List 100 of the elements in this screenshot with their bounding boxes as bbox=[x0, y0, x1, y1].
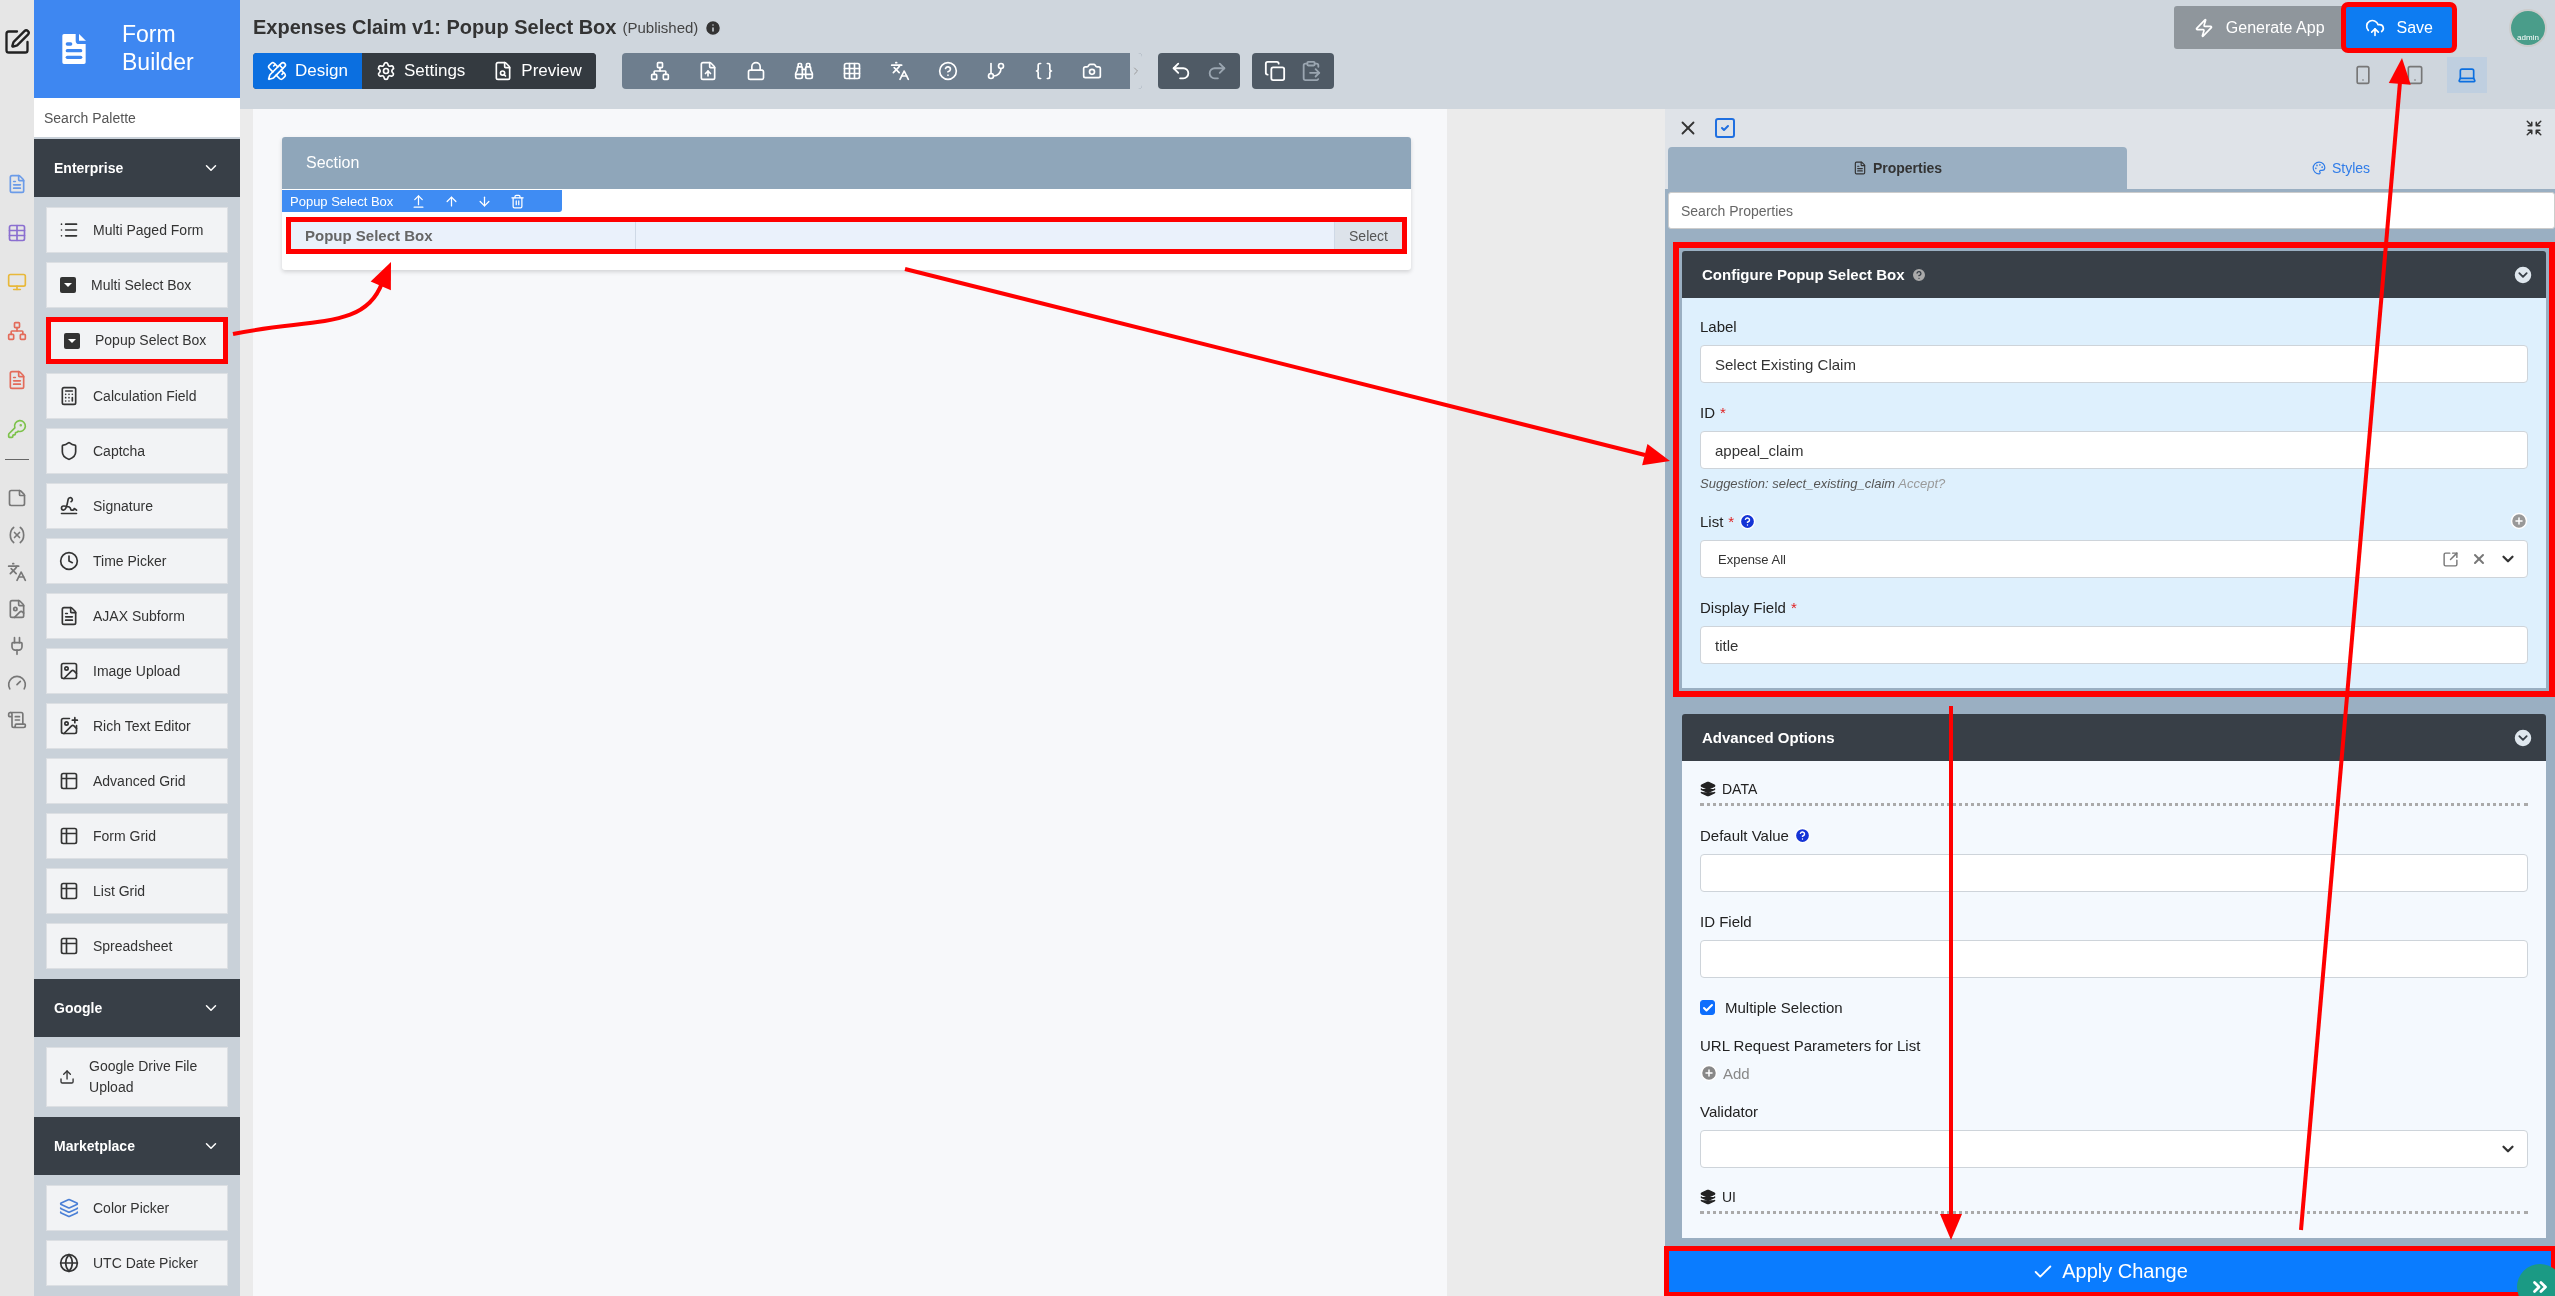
mode-tab[interactable]: Design bbox=[253, 53, 362, 89]
add-icon bbox=[1700, 1064, 1718, 1082]
text-field[interactable] bbox=[1700, 940, 2528, 978]
layers-icon bbox=[1700, 1189, 1716, 1205]
app-title: Form Builder bbox=[122, 21, 195, 77]
palette-item[interactable]: Form Grid bbox=[46, 813, 228, 859]
required-mark: * bbox=[1720, 404, 1726, 421]
heading-text: UI bbox=[1722, 1189, 1736, 1205]
table-icon bbox=[59, 936, 79, 956]
select-field[interactable] bbox=[1700, 1130, 2528, 1168]
clear-icon[interactable] bbox=[2471, 551, 2487, 567]
hierarchy-icon[interactable] bbox=[7, 321, 27, 341]
globe-icon bbox=[59, 1253, 79, 1273]
collapse-icon[interactable] bbox=[2525, 119, 2543, 137]
palette-item[interactable]: Color Picker bbox=[46, 1185, 228, 1231]
text-field[interactable]: Select Existing Claim bbox=[1700, 345, 2528, 383]
translate-icon[interactable] bbox=[7, 562, 27, 582]
document-icon[interactable] bbox=[7, 174, 27, 194]
field-label: Default Value bbox=[1700, 827, 1789, 844]
document-icon bbox=[1852, 161, 1867, 175]
table-icon bbox=[59, 881, 79, 901]
palette-item[interactable]: Image Upload bbox=[46, 648, 228, 694]
layers-icon bbox=[59, 1198, 79, 1218]
checkbox-icon[interactable] bbox=[1713, 116, 1737, 140]
properties-tab[interactable]: Properties bbox=[1668, 147, 2127, 189]
signature-icon bbox=[59, 496, 79, 516]
calculator-icon bbox=[59, 386, 79, 406]
palette-item[interactable]: Multi Paged Form bbox=[46, 207, 228, 253]
palette-item[interactable]: Spreadsheet bbox=[46, 923, 228, 969]
pdf-file-icon[interactable] bbox=[7, 370, 27, 390]
palette-item[interactable]: Multi Select Box bbox=[46, 262, 228, 308]
chevron-down-icon[interactable] bbox=[2512, 726, 2534, 749]
palette-item[interactable]: Google Drive File Upload bbox=[46, 1047, 228, 1107]
lightning-icon bbox=[2193, 17, 2214, 38]
palette-item[interactable]: Captcha bbox=[46, 428, 228, 474]
list-select[interactable]: Expense All bbox=[1700, 540, 2528, 578]
section-header: Section bbox=[282, 137, 1411, 189]
required-mark: * bbox=[1790, 599, 1797, 616]
field-label: List bbox=[1700, 512, 1724, 530]
palette-group-header[interactable]: Marketplace bbox=[34, 1117, 240, 1175]
search-field[interactable]: Search Properties bbox=[1668, 192, 2555, 229]
field-label: ID Field bbox=[1700, 913, 1752, 930]
section-header[interactable]: Advanced Options bbox=[1682, 714, 2546, 761]
pencil-ruler-icon bbox=[267, 61, 287, 81]
palette-item[interactable]: List Grid bbox=[46, 868, 228, 914]
dropdown-box-icon bbox=[63, 331, 81, 350]
palette-item[interactable]: Advanced Grid bbox=[46, 758, 228, 804]
search-field[interactable]: Search Palette bbox=[34, 98, 240, 137]
clock-icon bbox=[59, 551, 79, 571]
cloud-upload-icon bbox=[2364, 17, 2385, 38]
section-header[interactable]: Configure Popup Select Box bbox=[1682, 251, 2546, 298]
checkbox[interactable] bbox=[1700, 1000, 1715, 1015]
required-mark: * bbox=[1728, 512, 1735, 530]
palette-item[interactable]: Rich Text Editor bbox=[46, 703, 228, 749]
field-label: URL Request Parameters for List bbox=[1700, 1037, 1921, 1054]
delete-icon[interactable] bbox=[510, 193, 526, 209]
text-field[interactable] bbox=[1700, 854, 2528, 892]
phone-icon bbox=[2353, 65, 2373, 85]
field-label: ID bbox=[1700, 404, 1715, 421]
palette-icon bbox=[2311, 161, 2326, 175]
scroll-icon[interactable] bbox=[7, 710, 27, 730]
shield-icon bbox=[59, 441, 79, 461]
settings-icon bbox=[375, 61, 396, 81]
palette-item[interactable]: AJAX Subform bbox=[46, 593, 228, 639]
form-title: Expenses Claim v1: Popup Select Box bbox=[253, 16, 617, 39]
table-icon bbox=[59, 826, 79, 846]
apply-button[interactable]: Apply Change bbox=[1665, 1247, 2555, 1296]
image-document-icon bbox=[59, 716, 79, 736]
checkbox-label: Multiple Selection bbox=[1725, 999, 1843, 1016]
arrow-down-icon[interactable] bbox=[477, 193, 493, 209]
palette-item[interactable]: Signature bbox=[46, 483, 228, 529]
text-field[interactable]: title bbox=[1700, 626, 2528, 664]
chevron-down-icon[interactable] bbox=[2512, 263, 2534, 286]
upload-icon bbox=[59, 1067, 76, 1087]
list-icon bbox=[59, 220, 79, 240]
gauge-icon[interactable] bbox=[7, 673, 27, 693]
form-field[interactable]: Popup Select Box Select bbox=[286, 217, 1407, 254]
palette-item[interactable]: Popup Select Box bbox=[46, 317, 228, 364]
text-field[interactable]: appeal_claim bbox=[1700, 431, 2528, 469]
laptop-icon bbox=[2457, 65, 2477, 85]
variable-icon[interactable] bbox=[7, 525, 27, 545]
note-icon[interactable] bbox=[7, 488, 27, 508]
edit-icon[interactable] bbox=[3, 28, 31, 56]
palette-item[interactable]: Calculation Field bbox=[46, 373, 228, 419]
palette-group-header[interactable]: Google bbox=[34, 979, 240, 1037]
info-icon[interactable] bbox=[704, 18, 723, 37]
palette-item[interactable]: UTC Date Picker bbox=[46, 1240, 228, 1286]
image-icon bbox=[59, 661, 79, 681]
add-icon[interactable] bbox=[2510, 512, 2528, 530]
layers-icon bbox=[1700, 781, 1716, 797]
palette-item[interactable]: Time Picker bbox=[46, 538, 228, 584]
palette-group-header[interactable]: Enterprise bbox=[34, 139, 240, 197]
laptop-view-button[interactable] bbox=[2447, 57, 2487, 93]
select-button[interactable]: Select bbox=[1334, 222, 1402, 249]
table-icon bbox=[59, 771, 79, 791]
image-file-icon[interactable] bbox=[7, 599, 27, 619]
table-icon[interactable] bbox=[7, 223, 27, 243]
external-link-icon[interactable] bbox=[2442, 550, 2459, 568]
help-icon[interactable] bbox=[1910, 266, 1927, 283]
suggestion-text: Suggestion: select_existing_claim Accept? bbox=[1700, 476, 1947, 491]
